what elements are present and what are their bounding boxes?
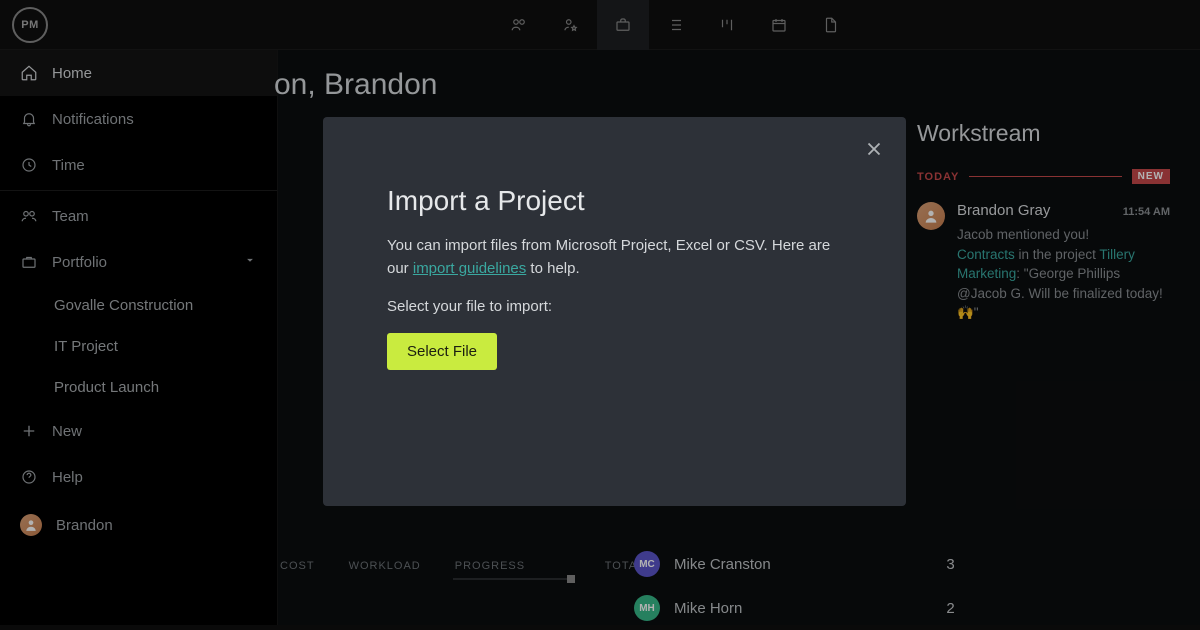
select-file-button[interactable]: Select File [387,333,497,370]
close-button[interactable] [860,135,888,163]
import-guidelines-link[interactable]: import guidelines [413,260,526,277]
select-file-label: Select your file to import: [387,298,842,315]
modal-body: You can import files from Microsoft Proj… [387,235,842,280]
import-project-modal: Import a Project You can import files fr… [323,117,906,506]
modal-title: Import a Project [387,185,842,217]
text: to help. [526,260,579,277]
